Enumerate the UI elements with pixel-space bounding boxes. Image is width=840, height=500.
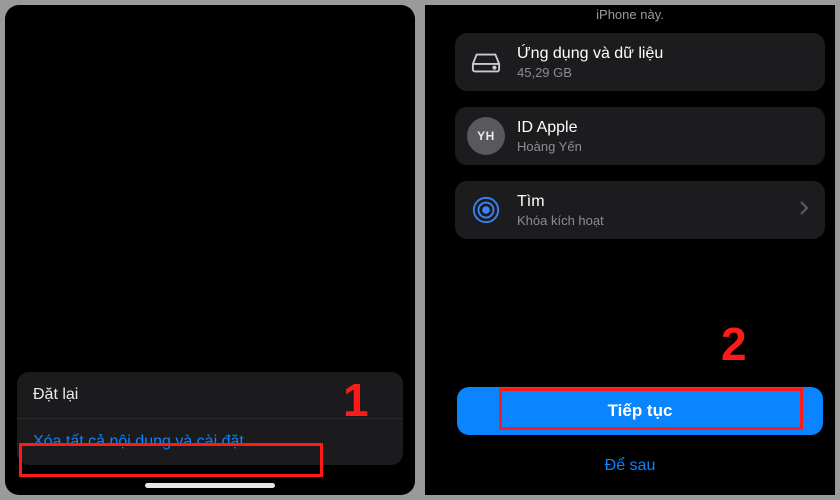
findmy-icon xyxy=(467,191,505,229)
later-link[interactable]: Để sau xyxy=(425,457,835,475)
apple-id-title: ID Apple xyxy=(517,119,813,137)
home-indicator[interactable] xyxy=(145,483,275,488)
harddrive-icon xyxy=(467,43,505,81)
find-card[interactable]: Tìm Khóa kích hoạt xyxy=(455,181,825,239)
annotation-box-2 xyxy=(499,388,803,430)
apple-id-sub: Hoàng Yến xyxy=(517,139,813,154)
screen-reset-options: Đặt lại Xóa tất cả nội dung và cài đặt 1 xyxy=(5,5,415,495)
apps-data-title: Ứng dụng và dữ liệu xyxy=(517,45,813,63)
annotation-step-2: 2 xyxy=(721,317,747,371)
later-label: Để sau xyxy=(605,457,656,474)
screen-erase-confirm: iPhone này. Ứng dụng và dữ liệu 45,29 GB… xyxy=(425,5,835,495)
find-text: Tìm Khóa kích hoạt xyxy=(517,193,787,228)
find-sub: Khóa kích hoạt xyxy=(517,213,787,228)
chevron-right-icon xyxy=(799,200,813,221)
reset-label: Đặt lại xyxy=(33,386,78,403)
annotation-step-1: 1 xyxy=(343,373,369,427)
find-title: Tìm xyxy=(517,193,787,211)
apps-data-card: Ứng dụng và dữ liệu 45,29 GB xyxy=(455,33,825,91)
header-hint: iPhone này. xyxy=(425,7,835,22)
apple-id-text: ID Apple Hoàng Yến xyxy=(517,119,813,154)
apps-data-sub: 45,29 GB xyxy=(517,65,813,80)
apple-id-card: YH ID Apple Hoàng Yến xyxy=(455,107,825,165)
apps-data-text: Ứng dụng và dữ liệu 45,29 GB xyxy=(517,45,813,80)
annotation-box-1 xyxy=(19,443,323,477)
avatar-icon: YH xyxy=(467,117,505,155)
